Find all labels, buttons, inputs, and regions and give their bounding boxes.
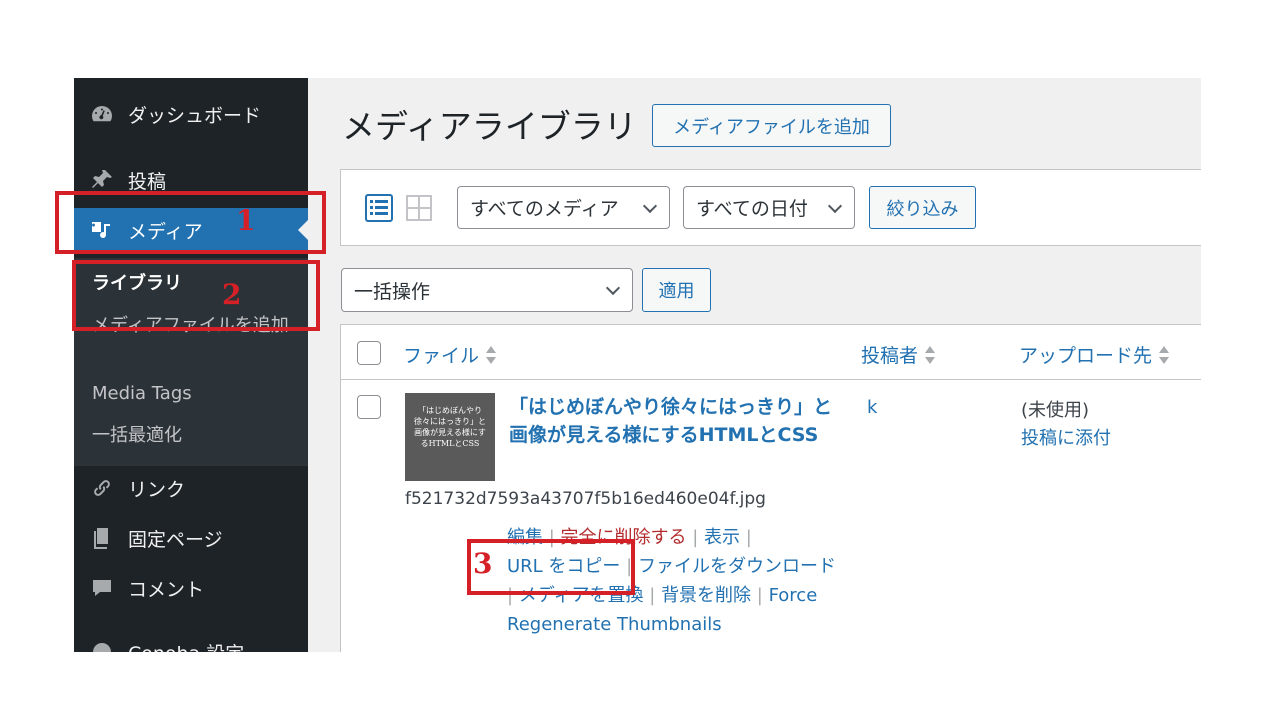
- chevron-down-icon: [827, 198, 843, 213]
- sidebar-item-label: リンク: [128, 478, 186, 501]
- sidebar-item-comments[interactable]: コメント: [74, 566, 308, 610]
- main-content: メディアライブラリ メディアファイルを追加 すべてのメディア すべての日付 絞り…: [308, 78, 1201, 652]
- submenu-item-bulk-optimize[interactable]: 一括最適化: [92, 422, 292, 450]
- sidebar-item-label: Conoha 設定: [128, 639, 244, 653]
- row-checkbox[interactable]: [357, 395, 381, 419]
- annotation-box-2: [72, 260, 320, 331]
- column-file[interactable]: ファイル: [403, 341, 497, 368]
- sidebar-item-label: コメント: [128, 578, 205, 601]
- column-label: アップロード先: [1019, 345, 1153, 367]
- media-filter-bar: すべてのメディア すべての日付 絞り込み: [340, 169, 1201, 246]
- date-select[interactable]: すべての日付: [683, 186, 855, 229]
- sidebar-item-dashboard[interactable]: ダッシュボード: [74, 92, 308, 136]
- sidebar-item-label: 固定ページ: [128, 528, 223, 551]
- column-label: ファイル: [403, 345, 480, 367]
- bulk-action-value: 一括操作: [354, 280, 431, 303]
- sort-icon: [924, 345, 936, 364]
- link-icon: [88, 474, 116, 502]
- media-type-value: すべてのメディア: [470, 198, 619, 220]
- table-header: ファイル 投稿者 アップロード先: [341, 325, 1201, 380]
- uploaded-status: (未使用): [1021, 400, 1090, 421]
- column-uploaded-to[interactable]: アップロード先: [1019, 341, 1170, 368]
- sidebar-item-label: ダッシュボード: [128, 104, 262, 127]
- media-type-select[interactable]: すべてのメディア: [457, 186, 670, 229]
- media-table: ファイル 投稿者 アップロード先 「はじめぼんやり徐々にはっきり」と画像が見える…: [340, 324, 1201, 652]
- media-thumbnail[interactable]: 「はじめぼんやり徐々にはっきり」と画像が見える様にするHTMLとCSS: [405, 393, 495, 481]
- annotation-number-3: 3: [473, 547, 493, 580]
- attach-link[interactable]: 投稿に添付: [1021, 425, 1111, 453]
- pin-icon: [88, 166, 116, 194]
- add-media-button[interactable]: メディアファイルを追加: [652, 104, 891, 147]
- chevron-down-icon: [642, 198, 658, 213]
- sidebar-item-pages[interactable]: 固定ページ: [74, 516, 308, 560]
- comment-icon: [88, 574, 116, 602]
- chevron-down-icon: [605, 280, 621, 296]
- column-author[interactable]: 投稿者: [861, 341, 936, 368]
- sort-icon: [485, 345, 497, 364]
- page-title: メディアライブラリ: [342, 107, 637, 146]
- date-value: すべての日付: [696, 198, 808, 220]
- sidebar-item-label: 投稿: [128, 170, 167, 193]
- wp-admin-window: ダッシュボード 投稿 メディア ライブラリ メディアファイルを追加 Media …: [74, 78, 1201, 652]
- uploaded-to-cell: (未使用) 投稿に添付: [1021, 397, 1111, 453]
- download-file-link[interactable]: ファイルをダウンロード: [638, 556, 836, 577]
- sidebar-item-links[interactable]: リンク: [74, 466, 308, 510]
- admin-sidebar: ダッシュボード 投稿 メディア ライブラリ メディアファイルを追加 Media …: [74, 78, 308, 652]
- annotation-box-1: [55, 191, 326, 254]
- annotation-number-1: 1: [236, 204, 256, 237]
- apply-button[interactable]: 適用: [642, 268, 711, 312]
- sidebar-item-settings[interactable]: Conoha 設定: [74, 630, 308, 652]
- filter-button[interactable]: 絞り込み: [869, 186, 976, 229]
- select-all-checkbox[interactable]: [357, 341, 381, 365]
- list-view-icon[interactable]: [365, 194, 393, 222]
- author-link[interactable]: k: [867, 397, 877, 418]
- remove-background-link[interactable]: 背景を削除: [661, 585, 751, 606]
- view-link[interactable]: 表示: [704, 527, 740, 548]
- page-icon: [88, 524, 116, 552]
- submenu-item-media-tags[interactable]: Media Tags: [92, 380, 292, 408]
- sort-icon: [1158, 345, 1170, 364]
- column-label: 投稿者: [861, 345, 919, 367]
- media-filename: f521732d7593a43707f5b16ed460e04f.jpg: [405, 489, 766, 509]
- settings-icon: [88, 638, 116, 652]
- dashboard-icon: [88, 100, 116, 128]
- media-title-link[interactable]: 「はじめぼんやり徐々にはっきり」と画像が見える様にするHTMLとCSS: [509, 393, 839, 449]
- grid-view-icon[interactable]: [405, 194, 433, 222]
- bulk-action-select[interactable]: 一括操作: [341, 268, 633, 312]
- annotation-number-2: 2: [222, 278, 242, 311]
